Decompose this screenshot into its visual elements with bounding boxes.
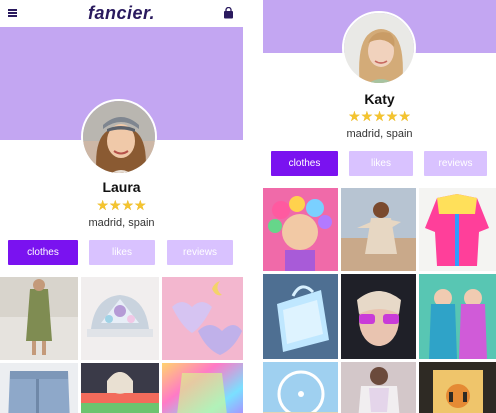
profile-name: Laura	[102, 179, 141, 195]
jeweled-cap-photo[interactable]	[81, 277, 159, 360]
profile-avatar	[81, 99, 157, 175]
green-dress-photo[interactable]	[0, 277, 78, 360]
rating-stars: ★★★★	[96, 197, 147, 213]
shopping-bag-icon[interactable]	[223, 7, 234, 19]
profile-location: madrid, spain	[346, 128, 413, 140]
profile-name: Katy	[364, 91, 395, 107]
tab-reviews[interactable]: reviews	[424, 151, 487, 176]
tab-clothes[interactable]: clothes	[271, 151, 338, 176]
holographic-top-photo[interactable]	[162, 363, 243, 413]
lace-top-photo[interactable]	[341, 362, 416, 413]
profile-location: madrid, spain	[88, 217, 155, 229]
profile-screen-laura: fancier. Laura ★★★★ madrid, spain clothe…	[0, 0, 243, 413]
tab-likes[interactable]: likes	[89, 240, 155, 265]
clothes-photo-grid	[263, 188, 496, 413]
heart-glasses-photo[interactable]	[162, 277, 243, 360]
rating-stars: ★★★★★	[348, 108, 411, 124]
festival-dancer-photo[interactable]	[341, 188, 416, 271]
tab-reviews[interactable]: reviews	[167, 240, 233, 265]
profile-screen-katy: Katy ★★★★★ madrid, spain clothes likes r…	[263, 0, 496, 413]
flower-crown-photo[interactable]	[263, 188, 338, 271]
tab-likes[interactable]: likes	[349, 151, 413, 176]
rainbow-outfit-photo[interactable]	[81, 363, 159, 413]
mermaid-costume-photo[interactable]	[419, 274, 496, 359]
purple-sunglasses-photo[interactable]	[341, 274, 416, 359]
neon-jacket-photo[interactable]	[419, 188, 496, 271]
profile-avatar	[342, 11, 416, 85]
holographic-bag-photo[interactable]	[263, 274, 338, 359]
ferris-wheel-photo[interactable]	[263, 362, 338, 413]
tiger-shirt-photo[interactable]	[419, 362, 496, 413]
denim-shorts-photo[interactable]	[0, 363, 78, 413]
top-navigation-bar: fancier.	[0, 0, 243, 27]
brand-logo[interactable]: fancier.	[0, 3, 243, 24]
tab-clothes[interactable]: clothes	[8, 240, 78, 265]
clothes-photo-grid	[0, 277, 243, 413]
